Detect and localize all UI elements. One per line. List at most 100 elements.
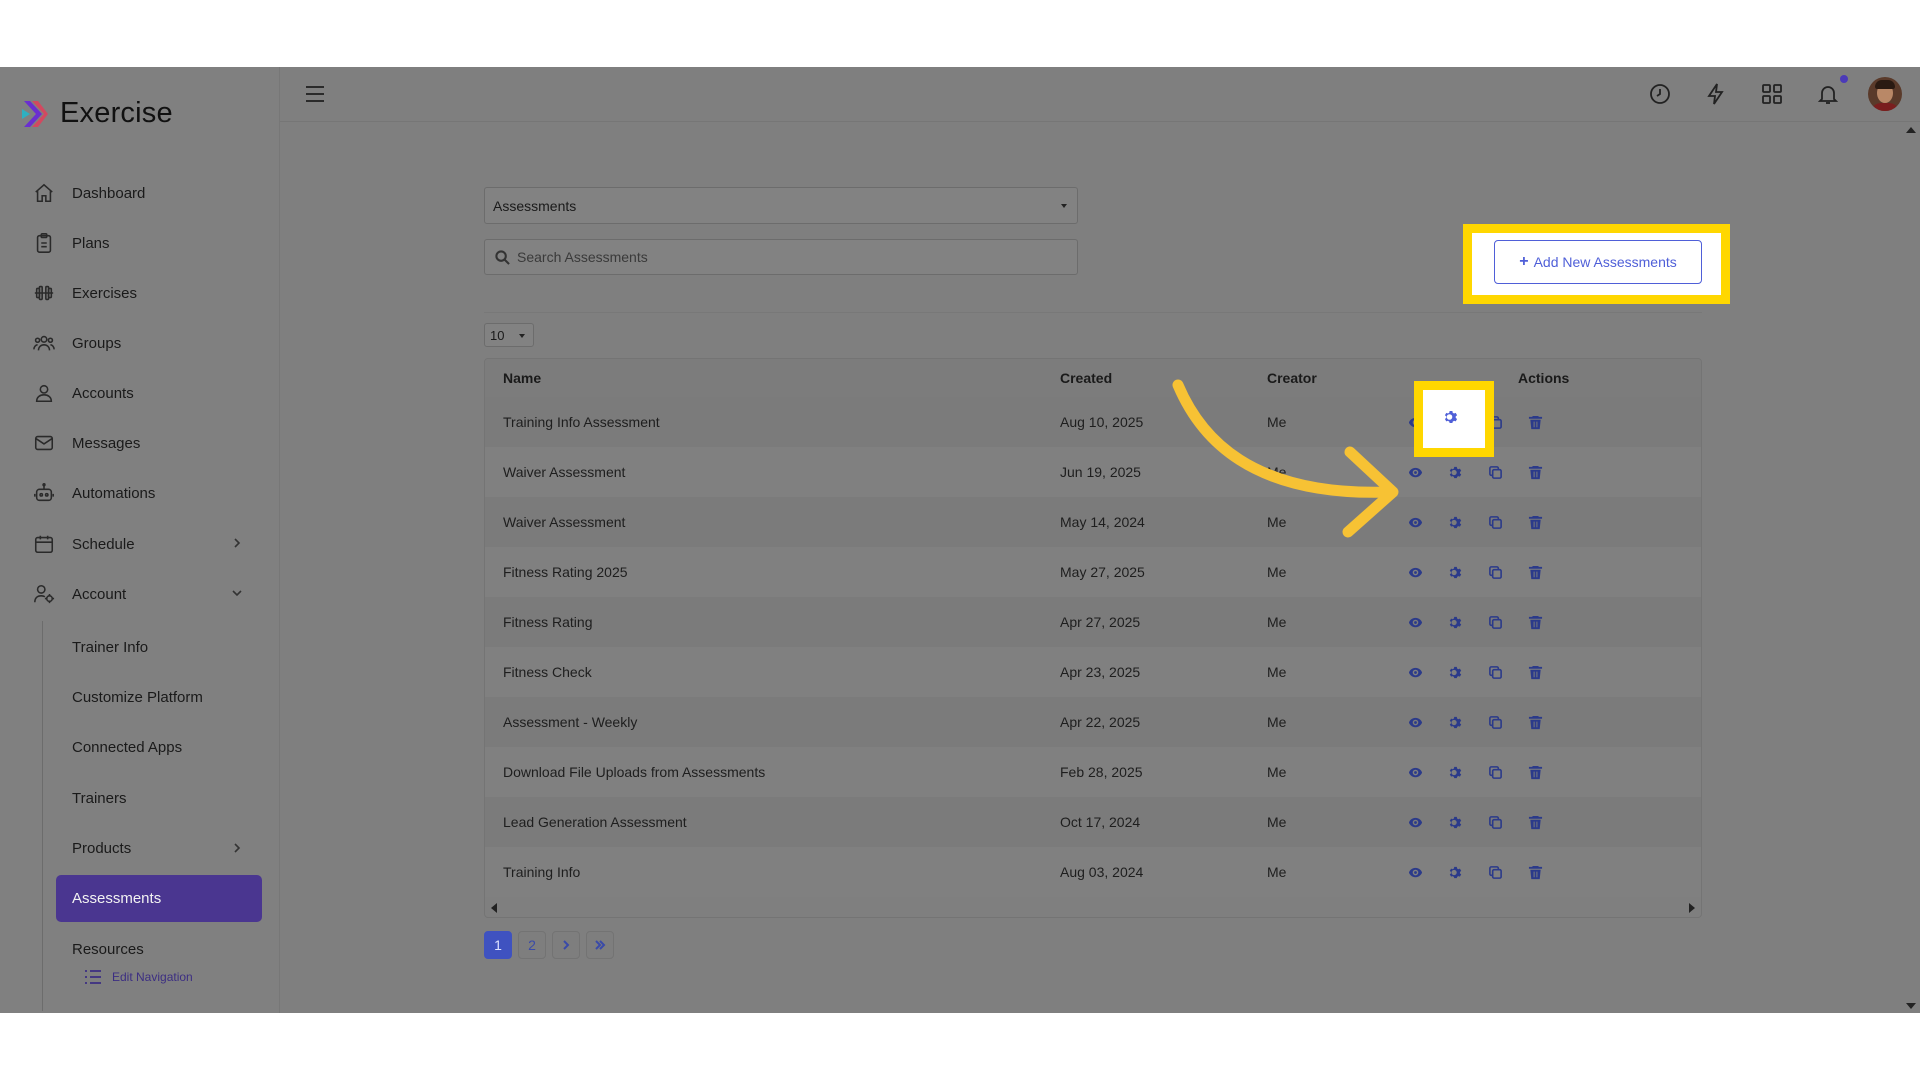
scroll-down-arrow[interactable] [1906, 1003, 1916, 1009]
copy-icon[interactable] [1485, 612, 1505, 632]
view-icon[interactable] [1405, 712, 1425, 732]
sidebar-item-automations[interactable]: Automations [32, 473, 252, 513]
trash-icon[interactable] [1525, 662, 1545, 682]
add-new-assessments-button[interactable]: + Add New Assessments [1494, 240, 1702, 284]
view-icon[interactable] [1405, 812, 1425, 832]
view-icon[interactable] [1405, 862, 1425, 882]
cell-name: Fitness Check [503, 664, 592, 680]
assessments-table: Name Created Creator Actions Training In… [484, 358, 1702, 918]
view-icon[interactable] [1405, 762, 1425, 782]
copy-icon[interactable] [1485, 712, 1505, 732]
app-window: Exercise Dashboard Plans Exercises Group… [0, 67, 1920, 1013]
gear-icon[interactable] [1445, 612, 1465, 632]
cell-creator: Me [1267, 714, 1287, 730]
cell-name: Waiver Assessment [503, 514, 626, 530]
copy-icon[interactable] [1485, 512, 1505, 532]
trash-icon[interactable] [1525, 462, 1545, 482]
trash-icon[interactable] [1525, 612, 1545, 632]
gear-icon[interactable] [1445, 862, 1465, 882]
sidebar-item-account[interactable]: Account [32, 574, 252, 614]
gear-icon[interactable] [1445, 662, 1465, 682]
view-icon[interactable] [1405, 662, 1425, 682]
sidebar-subitem-trainers[interactable]: Trainers [72, 778, 262, 818]
gear-icon[interactable] [1445, 462, 1465, 482]
search-input[interactable] [517, 249, 1017, 265]
page-button-1[interactable]: 1 [484, 931, 512, 959]
copy-icon[interactable] [1485, 862, 1505, 882]
cell-creator: Me [1267, 864, 1287, 880]
cell-name: Fitness Rating [503, 614, 593, 630]
cell-name: Training Info [503, 864, 581, 880]
divider [484, 312, 1702, 313]
sidebar-item-schedule[interactable]: Schedule [32, 524, 252, 564]
cell-created: May 27, 2025 [1060, 564, 1145, 580]
caret-down-icon [1061, 204, 1067, 208]
submenu-line [42, 621, 43, 1011]
sidebar-item-groups[interactable]: Groups [32, 323, 252, 363]
scroll-right-arrow[interactable] [1689, 903, 1695, 913]
sidebar-subitem-trainer-info[interactable]: Trainer Info [72, 627, 262, 667]
menu-toggle-icon[interactable] [304, 84, 326, 104]
column-header-name[interactable]: Name [503, 359, 541, 397]
trash-icon[interactable] [1525, 712, 1545, 732]
page-button-2[interactable]: 2 [518, 931, 546, 959]
cell-creator: Me [1267, 764, 1287, 780]
users-icon [32, 331, 56, 355]
trash-icon[interactable] [1525, 862, 1545, 882]
sidebar-subitem-label: Trainers [72, 789, 127, 807]
brand[interactable]: Exercise [20, 97, 173, 130]
gear-icon[interactable] [1445, 562, 1465, 582]
gear-icon[interactable] [1445, 812, 1465, 832]
copy-icon[interactable] [1485, 812, 1505, 832]
double-chevron-right-icon [595, 940, 606, 950]
gear-icon[interactable] [1445, 762, 1465, 782]
sidebar-item-label: Schedule [72, 535, 135, 553]
sidebar-subitem-resources[interactable]: Resources [72, 929, 262, 969]
cell-name: Download File Uploads from Assessments [503, 764, 766, 780]
view-icon[interactable] [1405, 612, 1425, 632]
view-icon[interactable] [1405, 562, 1425, 582]
sidebar-subitem-assessments[interactable]: Assessments [56, 875, 262, 922]
trash-icon[interactable] [1525, 562, 1545, 582]
sidebar-subitem-customize-platform[interactable]: Customize Platform [72, 677, 262, 717]
gear-icon[interactable] [1445, 512, 1465, 532]
category-select[interactable]: Assessments [484, 187, 1078, 224]
sidebar-item-dashboard[interactable]: Dashboard [32, 173, 252, 213]
trash-icon[interactable] [1525, 512, 1545, 532]
copy-icon[interactable] [1485, 562, 1505, 582]
clock-icon[interactable] [1648, 82, 1672, 106]
trash-icon[interactable] [1525, 412, 1545, 432]
scroll-up-arrow[interactable] [1906, 127, 1916, 133]
edit-navigation-link[interactable]: Edit Navigation [84, 969, 193, 985]
trash-icon[interactable] [1525, 812, 1545, 832]
copy-icon[interactable] [1485, 762, 1505, 782]
gear-icon[interactable] [1445, 712, 1465, 732]
chevron-right-icon [563, 940, 570, 950]
gear-icon[interactable] [1443, 409, 1463, 429]
sidebar-item-messages[interactable]: Messages [32, 423, 252, 463]
scroll-left-arrow[interactable] [491, 903, 497, 913]
copy-icon[interactable] [1485, 462, 1505, 482]
sidebar-item-plans[interactable]: Plans [32, 223, 252, 263]
sidebar-subitem-connected-apps[interactable]: Connected Apps [72, 727, 262, 767]
copy-icon[interactable] [1485, 662, 1505, 682]
page-size-select[interactable]: 10 [484, 323, 534, 347]
user-gear-icon [32, 582, 56, 606]
bolt-icon[interactable] [1704, 82, 1728, 106]
sidebar-subitem-products[interactable]: Products [72, 828, 262, 868]
sidebar-item-accounts[interactable]: Accounts [32, 373, 252, 413]
sidebar-subitem-label: Trainer Info [72, 638, 149, 656]
trash-icon[interactable] [1525, 762, 1545, 782]
sidebar-item-label: Dashboard [72, 184, 146, 202]
sidebar-item-label: Exercises [72, 284, 138, 302]
bell-icon[interactable] [1816, 82, 1840, 106]
last-page-button[interactable] [586, 931, 614, 959]
next-page-button[interactable] [552, 931, 580, 959]
sidebar-item-exercises[interactable]: Exercises [32, 273, 252, 313]
avatar[interactable] [1868, 77, 1902, 111]
grid-icon[interactable] [1760, 82, 1784, 106]
sidebar-item-label: Accounts [72, 384, 134, 402]
column-header-actions: Actions [1518, 370, 1570, 386]
search-field[interactable] [484, 239, 1078, 275]
column-header-created[interactable]: Created [1060, 359, 1112, 397]
